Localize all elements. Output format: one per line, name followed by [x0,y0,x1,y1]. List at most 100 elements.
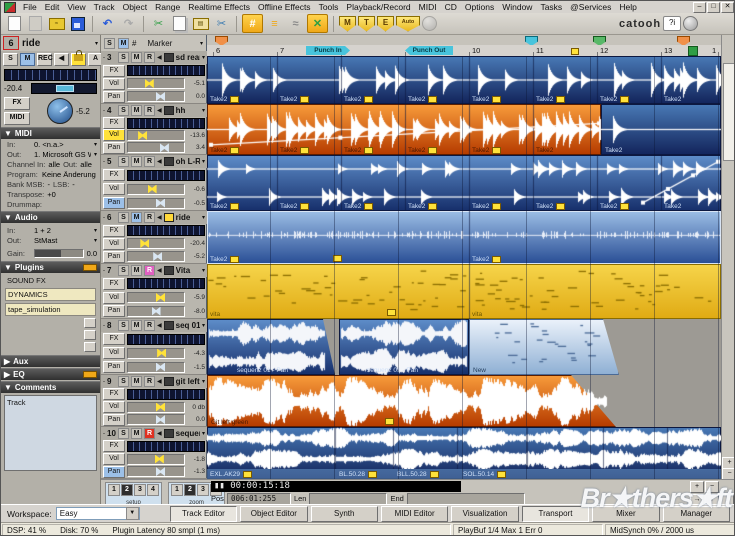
pan-button[interactable]: Pan [103,197,125,209]
pan-slider[interactable] [127,466,185,477]
track-list-entry[interactable]: -3SMR◀sd rear▾FXVol-5.1Pan0.0 [101,51,207,104]
device-icon[interactable] [164,213,174,222]
pan-slider[interactable] [127,198,185,209]
chevron-down-icon[interactable]: ▾ [94,237,97,244]
track-title-row[interactable]: -4SMR◀hh▾ [101,104,207,117]
menu-range[interactable]: Range [151,2,184,12]
mute-button[interactable]: M [20,53,35,66]
marker-label[interactable]: Marker [147,39,172,48]
volume-slider[interactable] [127,238,185,249]
undo-icon[interactable]: ↶ [98,15,117,32]
object-editor-button[interactable]: Object Editor [240,506,307,522]
fx-button[interactable]: FX [4,97,30,110]
plugin-slot-soundfx[interactable]: SOUND FX [5,275,96,286]
chevron-down-icon[interactable]: ▾ [94,151,97,158]
vol-button[interactable]: Vol [103,78,125,90]
track-name[interactable]: git left [176,377,200,386]
midi-transpose-value[interactable]: +0 [47,190,56,199]
collapse-icon[interactable]: - [103,108,105,114]
fx-button[interactable]: FX [103,169,125,181]
menu-help[interactable]: Help [615,2,640,12]
edit-mode-icon[interactable]: E [377,16,394,32]
chevron-down-icon[interactable]: ▾ [202,107,205,114]
menu-edit[interactable]: Edit [41,2,64,12]
zoom-2-button[interactable]: 2 [184,484,196,496]
menu-services[interactable]: @Services [566,2,615,12]
menu-playback-record[interactable]: Playback/Record [342,2,414,12]
device-icon[interactable] [164,321,174,330]
track-editor-button[interactable]: Track Editor [170,506,237,522]
track-name[interactable]: hh [176,106,200,115]
vol-button[interactable]: Vol [103,129,125,141]
record-button[interactable]: R [144,212,155,223]
chevron-down-icon[interactable]: ▾ [202,54,205,61]
pan-slider[interactable] [127,362,185,373]
pan-slider[interactable] [127,251,185,262]
solo-button[interactable]: S [118,52,129,63]
fx-button[interactable]: FX [103,117,125,129]
track-list-entry[interactable]: -8SMR◀seq 01▾FXVol-4.3Pan-1.5 [101,319,207,375]
zoom-1-button[interactable]: 1 [171,484,183,496]
track-title-row[interactable]: -9SMR◀git left▾ [101,375,207,388]
record-button[interactable]: R [144,428,155,439]
master-solo-button[interactable]: S [104,38,115,49]
fx-button[interactable]: FX [103,440,125,452]
speaker-icon[interactable]: ◀ [157,267,162,274]
volume-slider[interactable] [127,348,185,359]
record-button[interactable]: R [144,105,155,116]
plugin-slot-tape-simulation[interactable]: tape_simulation [5,303,96,316]
auto-mode-icon[interactable]: Auto [396,16,420,32]
end-value[interactable] [407,493,525,505]
speaker-icon[interactable]: ◀ [157,430,162,437]
restore-button[interactable]: □ [707,2,720,13]
solo-button[interactable]: S [118,212,129,223]
len-value[interactable] [309,493,387,505]
visualization-button[interactable]: Visualization [451,506,518,522]
vol-button[interactable]: Vol [103,453,125,465]
audio-in-value[interactable]: 1 + 2 [34,226,51,235]
redo-icon[interactable]: ↷ [119,15,138,32]
speaker-icon[interactable]: ◀ [157,322,162,329]
setup-2-button[interactable]: 2 [121,484,133,496]
chevron-down-icon[interactable]: ▾ [94,227,97,234]
punch-out-marker[interactable]: Punch Out [405,46,453,55]
collapse-icon[interactable]: - [103,431,105,437]
solo-button[interactable]: S [118,320,129,331]
midi-lsb-value[interactable]: - [72,180,75,189]
solo-button[interactable]: S [3,53,18,66]
object-fx-icon[interactable] [385,418,394,425]
monitor-icon[interactable]: ◀ [54,53,69,66]
object-mode-icon[interactable]: ≡ [265,15,284,32]
vol-button[interactable]: Vol [103,347,125,359]
chevron-down-icon[interactable]: ▾ [94,141,97,148]
menu-track[interactable]: Track [90,2,119,12]
collapse-icon[interactable]: - [103,215,105,221]
track-title-row[interactable]: -6SMR◀ride▾ [101,211,207,224]
pan-button[interactable]: Pan [103,251,125,263]
vol-button[interactable]: Vol [103,183,125,195]
crossfade-icon[interactable]: ✕ [307,14,328,33]
tempo-icon[interactable]: # [132,39,136,48]
device-icon[interactable] [164,266,174,275]
fx-button[interactable]: FX [103,65,125,77]
track-title-row[interactable]: -10SMR◀sequenz 2▾ [101,427,207,440]
track-name[interactable]: oh L-R [176,157,200,166]
track-list-entry[interactable]: -5SMR◀oh L-R▾FXVol-0.6Pan-0.5 [101,155,207,211]
speaker-icon[interactable]: ◀ [157,107,162,114]
record-button[interactable]: R [144,52,155,63]
mute-mode-icon[interactable]: M [339,16,356,32]
pan-button[interactable]: Pan [103,91,125,103]
menu-window[interactable]: Window [498,2,536,12]
arrange-row-hh[interactable]: Take2 Take2 Take2 Take2 Take2 Take2 Take… [207,104,721,155]
transport-button[interactable]: Transport [522,506,589,522]
device-icon[interactable] [164,377,174,386]
mute-button[interactable]: M [131,105,142,116]
pos-value[interactable]: 006:01:255 [227,493,291,505]
setup-3-button[interactable]: 3 [134,484,146,496]
arrange-row-git-left[interactable]: Git left green [207,375,721,427]
chevron-down-icon[interactable]: ▾ [202,378,205,385]
pan-button[interactable]: Pan [103,414,125,426]
volume-slider[interactable] [127,292,185,303]
chevron-down-icon[interactable]: ▾ [200,40,203,47]
fx-button[interactable]: FX [103,388,125,400]
